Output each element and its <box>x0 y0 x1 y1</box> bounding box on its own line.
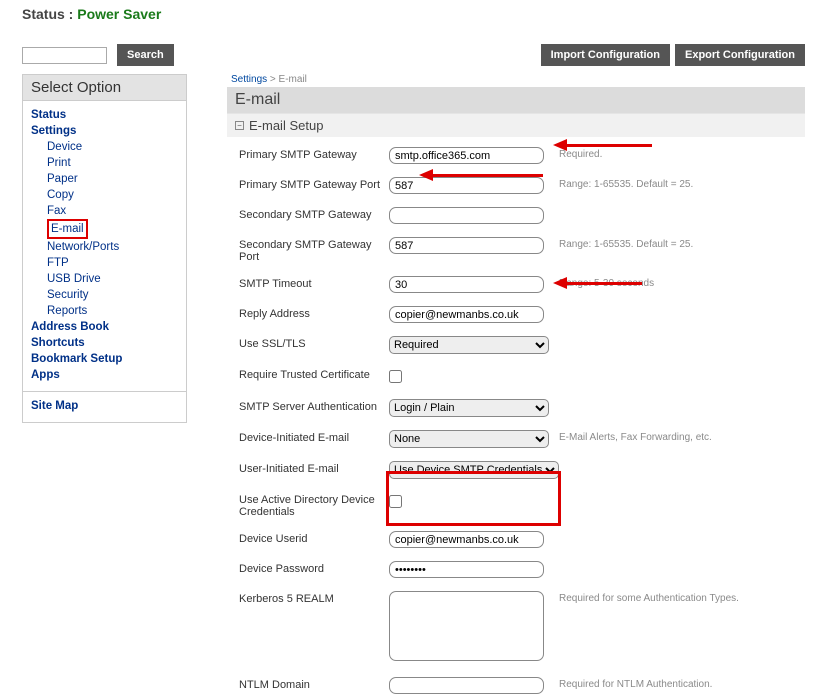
import-config-button[interactable]: Import Configuration <box>541 44 670 66</box>
sidebar-divider <box>23 391 186 392</box>
device-initiated-select[interactable]: None <box>389 430 549 448</box>
export-config-button[interactable]: Export Configuration <box>675 44 805 66</box>
device-userid-input[interactable] <box>389 531 544 548</box>
primary-gateway-input[interactable] <box>389 147 544 164</box>
sidebar-item-address-book[interactable]: Address Book <box>31 319 178 335</box>
sidebar-item-settings[interactable]: Settings <box>31 123 178 139</box>
breadcrumb-settings[interactable]: Settings <box>231 74 267 85</box>
breadcrumb-email: E-mail <box>279 74 307 85</box>
sidebar-item-apps[interactable]: Apps <box>31 367 178 383</box>
sidebar: Select Option Status Settings Device Pri… <box>22 74 187 423</box>
top-toolbar: Search Import Configuration Export Confi… <box>0 40 820 72</box>
sidebar-item-ftp[interactable]: FTP <box>47 255 178 271</box>
sidebar-item-email-highlight: E-mail <box>47 219 178 239</box>
content-area: Settings > E-mail E-mail − E-mail Setup … <box>227 74 805 698</box>
sidebar-header: Select Option <box>23 75 186 101</box>
label-use-ssl: Use SSL/TLS <box>239 336 389 350</box>
label-ntlm-domain: NTLM Domain <box>239 677 389 691</box>
label-secondary-gateway: Secondary SMTP Gateway <box>239 207 389 221</box>
email-setup-form: Primary SMTP Gateway Required. Primary S… <box>227 137 805 694</box>
breadcrumb: Settings > E-mail <box>227 74 805 87</box>
device-password-input[interactable] <box>389 561 544 578</box>
label-smtp-auth: SMTP Server Authentication <box>239 399 389 413</box>
label-primary-port: Primary SMTP Gateway Port <box>239 177 389 191</box>
sidebar-item-network[interactable]: Network/Ports <box>47 239 178 255</box>
primary-port-input[interactable] <box>389 177 544 194</box>
smtp-auth-select[interactable]: Login / Plain <box>389 399 549 417</box>
label-primary-gateway: Primary SMTP Gateway <box>239 147 389 161</box>
trusted-cert-checkbox[interactable] <box>389 370 402 383</box>
label-device-userid: Device Userid <box>239 531 389 545</box>
hint-timeout: Range: 5-30 seconds <box>559 276 654 289</box>
hint-secondary-port: Range: 1-65535. Default = 25. <box>559 237 693 250</box>
sidebar-item-shortcuts[interactable]: Shortcuts <box>31 335 178 351</box>
sidebar-item-reports[interactable]: Reports <box>47 303 178 319</box>
sidebar-item-fax[interactable]: Fax <box>47 203 178 219</box>
ntlm-domain-input[interactable] <box>389 677 544 694</box>
use-ssl-select[interactable]: Required <box>389 336 549 354</box>
sidebar-item-paper[interactable]: Paper <box>47 171 178 187</box>
hint-kerberos: Required for some Authentication Types. <box>559 591 739 604</box>
sidebar-item-copy[interactable]: Copy <box>47 187 178 203</box>
sidebar-item-sitemap[interactable]: Site Map <box>31 398 178 414</box>
label-trusted-cert: Require Trusted Certificate <box>239 367 389 381</box>
label-kerberos-realm: Kerberos 5 REALM <box>239 591 389 605</box>
hint-device-initiated: E-Mail Alerts, Fax Forwarding, etc. <box>559 430 712 443</box>
annotation-strike-required <box>562 144 617 146</box>
status-label: Status : <box>22 6 73 22</box>
sidebar-item-email[interactable]: E-mail <box>51 221 84 237</box>
sidebar-item-device[interactable]: Device <box>47 139 178 155</box>
sidebar-item-print[interactable]: Print <box>47 155 178 171</box>
label-ad-creds: Use Active Directory Device Credentials <box>239 492 389 518</box>
label-device-initiated: Device-Initiated E-mail <box>239 430 389 444</box>
subsection-header-setup[interactable]: − E-mail Setup <box>227 113 805 137</box>
label-secondary-port: Secondary SMTP Gateway Port <box>239 237 389 263</box>
label-smtp-timeout: SMTP Timeout <box>239 276 389 290</box>
sidebar-item-bookmark[interactable]: Bookmark Setup <box>31 351 178 367</box>
search-button[interactable]: Search <box>117 44 174 66</box>
reply-address-input[interactable] <box>389 306 544 323</box>
secondary-port-input[interactable] <box>389 237 544 254</box>
secondary-gateway-input[interactable] <box>389 207 544 224</box>
label-reply-address: Reply Address <box>239 306 389 320</box>
label-device-password: Device Password <box>239 561 389 575</box>
sidebar-item-security[interactable]: Security <box>47 287 178 303</box>
kerberos-realm-input[interactable] <box>389 591 544 661</box>
section-header-email: E-mail <box>227 87 805 113</box>
hint-primary-port: Range: 1-65535. Default = 25. <box>559 177 693 190</box>
sidebar-item-usb[interactable]: USB Drive <box>47 271 178 287</box>
sidebar-item-status[interactable]: Status <box>31 107 178 123</box>
search-input[interactable] <box>22 47 107 64</box>
label-user-initiated: User-Initiated E-mail <box>239 461 389 475</box>
collapse-icon[interactable]: − <box>235 121 244 130</box>
hint-ntlm: Required for NTLM Authentication. <box>559 677 712 690</box>
smtp-timeout-input[interactable] <box>389 276 544 293</box>
annotation-rect-credentials <box>386 471 561 526</box>
hint-primary-gateway: Required. <box>559 147 602 160</box>
status-bar: Status : Power Saver <box>0 0 820 40</box>
status-value: Power Saver <box>77 6 161 22</box>
